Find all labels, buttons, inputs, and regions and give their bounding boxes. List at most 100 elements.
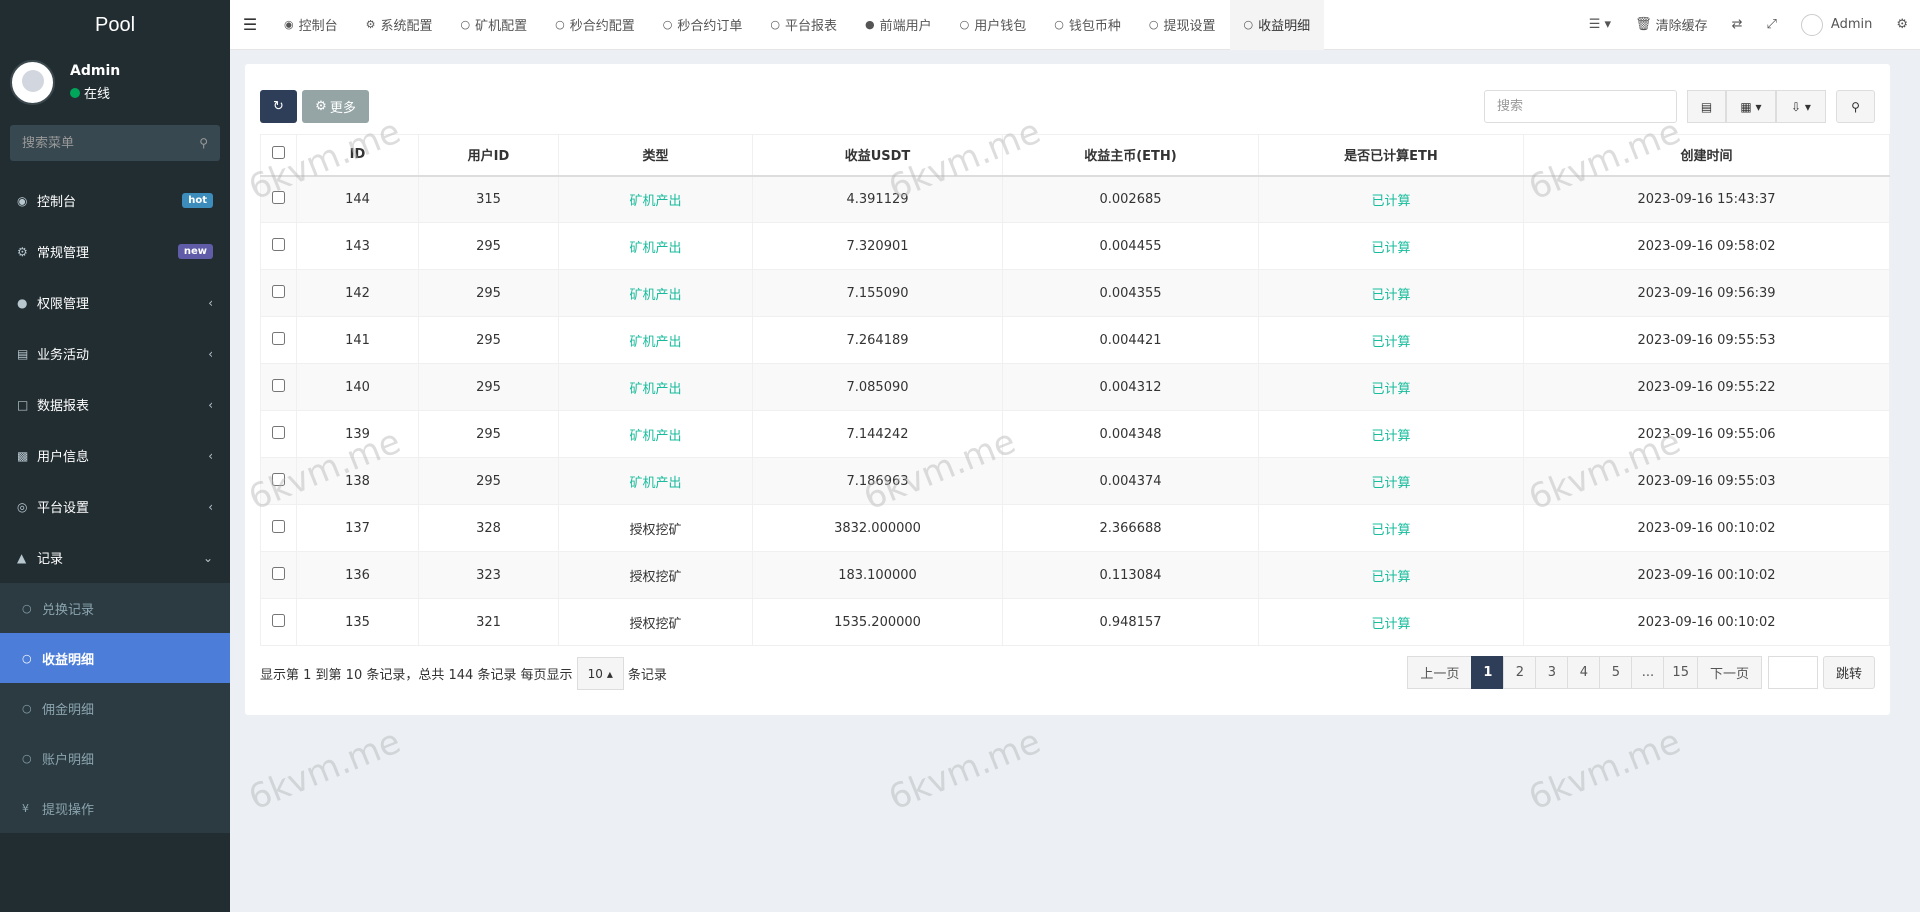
table-row[interactable]: 141 295 矿机产出 7.264189 0.004421 已计算 2023-09-16 …: [260, 316, 1890, 364]
tab-miner-config[interactable]: ○ 矿机配置: [447, 0, 542, 50]
search-icon[interactable]: ⚲: [199, 136, 208, 150]
col-earnings-eth[interactable]: 收益主币(ETH): [1002, 134, 1259, 177]
row-checkbox[interactable]: [272, 237, 285, 251]
more-button[interactable]: ⚙ 更多: [302, 90, 369, 123]
cell-earnings-usdt: 1535.200000: [752, 598, 1003, 646]
tab-list-dropdown[interactable]: ☰ ▾: [1577, 17, 1623, 32]
table-row[interactable]: 136 323 授权挖矿 183.100000 0.113084 已计算 2023-09-1…: [260, 551, 1890, 599]
tab-frontend-users[interactable]: ● 前端用户: [851, 0, 946, 50]
sub-item-commission[interactable]: ○ 佣金明细: [0, 683, 230, 733]
page-size-select[interactable]: 10 ▴: [576, 657, 624, 690]
chevron-left-icon: ‹: [208, 346, 213, 361]
row-checkbox[interactable]: [272, 472, 285, 486]
table-row[interactable]: 142 295 矿机产出 7.155090 0.004355 已计算 2023-09-16 …: [260, 269, 1890, 317]
sidebar-item-business[interactable]: ▤ 业务活动 ‹: [0, 328, 230, 379]
columns-button[interactable]: ▦ ▾: [1726, 90, 1776, 123]
cell-earnings-usdt: 7.186963: [752, 457, 1003, 505]
tab-dashboard[interactable]: ◉ 控制台: [270, 0, 352, 50]
col-calculated[interactable]: 是否已计算ETH: [1258, 134, 1524, 177]
table-row[interactable]: 137 328 授权挖矿 3832.000000 2.366688 已计算 2023-09-…: [260, 504, 1890, 552]
page-1[interactable]: 1: [1471, 656, 1505, 689]
cell-type: 矿机产出: [558, 363, 753, 411]
page-5[interactable]: 5: [1599, 656, 1633, 689]
table-row[interactable]: 140 295 矿机产出 7.085090 0.004312 已计算 2023-09-16 …: [260, 363, 1890, 411]
col-id[interactable]: ID: [296, 134, 419, 177]
cell-earnings-usdt: 7.320901: [752, 222, 1003, 270]
col-earnings-usdt[interactable]: 收益USDT: [752, 134, 1003, 177]
page-15[interactable]: 15: [1663, 656, 1698, 689]
sidebar-item-reports[interactable]: □ 数据报表 ‹: [0, 379, 230, 430]
cell-calculated: 已计算: [1258, 363, 1524, 411]
table-search-input[interactable]: [1484, 90, 1677, 123]
row-checkbox[interactable]: [272, 425, 285, 439]
tab-withdraw-settings[interactable]: ○ 提现设置: [1135, 0, 1230, 50]
page-2[interactable]: 2: [1503, 656, 1537, 689]
sidebar-item-userinfo[interactable]: ▩ 用户信息 ‹: [0, 430, 230, 481]
circle-icon: ○: [662, 18, 673, 31]
sub-item-account[interactable]: ○ 账户明细: [0, 733, 230, 783]
table-row[interactable]: 135 321 授权挖矿 1535.200000 0.948157 已计算 2023-09-…: [260, 598, 1890, 646]
admin-menu[interactable]: Admin: [1789, 13, 1884, 36]
select-all-checkbox[interactable]: [272, 146, 285, 160]
export-button[interactable]: ⇩ ▾: [1776, 90, 1826, 123]
tab-contract-orders[interactable]: ○ 秒合约订单: [649, 0, 757, 50]
refresh-button[interactable]: ↻: [260, 90, 297, 123]
sub-item-exchange[interactable]: ○ 兑换记录: [0, 583, 230, 633]
cell-id: 135: [296, 598, 419, 646]
table-row[interactable]: 143 295 矿机产出 7.320901 0.004455 已计算 2023-09-16 …: [260, 222, 1890, 270]
sidebar-search-input[interactable]: [22, 135, 172, 151]
row-checkbox[interactable]: [272, 519, 285, 533]
advanced-search-button[interactable]: ⚲: [1836, 90, 1875, 123]
sidebar-item-label: 记录: [37, 552, 64, 567]
settings-button[interactable]: ⚙: [1884, 17, 1920, 32]
tab-user-wallet[interactable]: ○ 用户钱包: [946, 0, 1041, 50]
next-page-button[interactable]: 下一页: [1696, 656, 1762, 689]
tab-earnings-detail[interactable]: ○ 收益明细: [1229, 0, 1325, 50]
table-body: 144 315 矿机产出 4.391129 0.002685 已计算 2023-09-16 …: [260, 175, 1890, 646]
sidebar-item-records[interactable]: ▲ 记录 ⌄: [0, 532, 230, 583]
tab-contract-config[interactable]: ○ 秒合约配置: [541, 0, 649, 50]
cell-earnings-usdt: 3832.000000: [752, 504, 1003, 552]
sub-item-earnings[interactable]: ○ 收益明细: [0, 633, 230, 683]
menu-toggle-icon[interactable]: ☰: [230, 15, 270, 34]
jump-page-input[interactable]: [1767, 656, 1818, 689]
sub-item-withdraw[interactable]: ¥ 提现操作: [0, 783, 230, 833]
col-user-id[interactable]: 用户ID: [418, 134, 559, 177]
table-row[interactable]: 138 295 矿机产出 7.186963 0.004374 已计算 2023-09-16 …: [260, 457, 1890, 505]
tab-system-config[interactable]: ⚙ 系统配置: [352, 0, 447, 50]
language-button[interactable]: ⇄: [1720, 17, 1755, 32]
row-checkbox[interactable]: [272, 378, 285, 392]
tab-platform-report[interactable]: ○ 平台报表: [756, 0, 851, 50]
sidebar-item-platform[interactable]: ◎ 平台设置 ‹: [0, 481, 230, 532]
chevron-left-icon: ‹: [208, 295, 213, 310]
row-checkbox[interactable]: [272, 190, 285, 204]
page-3[interactable]: 3: [1535, 656, 1569, 689]
tab-wallet-currency[interactable]: ○ 钱包币种: [1040, 0, 1135, 50]
col-type[interactable]: 类型: [558, 134, 753, 177]
watermark: 6kvm.me: [1523, 721, 1687, 819]
cell-id: 144: [296, 175, 419, 223]
row-select-cell: [260, 269, 297, 317]
row-checkbox[interactable]: [272, 331, 285, 345]
circle-icon: ○: [1148, 18, 1159, 31]
sidebar-item-general[interactable]: ⚙ 常规管理 new: [0, 226, 230, 277]
row-checkbox[interactable]: [272, 613, 285, 627]
jump-button[interactable]: 跳转: [1822, 656, 1875, 689]
cell-user-id: 321: [418, 598, 559, 646]
row-checkbox[interactable]: [272, 566, 285, 580]
row-checkbox[interactable]: [272, 284, 285, 298]
prev-page-button[interactable]: 上一页: [1407, 656, 1473, 689]
cell-calculated: 已计算: [1258, 316, 1524, 364]
sidebar-item-dashboard[interactable]: ◉ 控制台 hot: [0, 175, 230, 226]
logo[interactable]: Pool: [0, 0, 230, 50]
page-4[interactable]: 4: [1567, 656, 1601, 689]
sidebar-item-permissions[interactable]: ● 权限管理 ‹: [0, 277, 230, 328]
toggle-view-button[interactable]: ▤: [1687, 90, 1726, 123]
circle-icon: ○: [1243, 18, 1254, 31]
col-created-time[interactable]: 创建时间: [1523, 134, 1890, 177]
clear-cache-button[interactable]: 🗑 清除缓存: [1623, 15, 1720, 34]
fullscreen-button[interactable]: ⤢: [1755, 17, 1789, 32]
cell-earnings-eth: 0.948157: [1002, 598, 1259, 646]
table-row[interactable]: 144 315 矿机产出 4.391129 0.002685 已计算 2023-09-16 …: [260, 175, 1890, 223]
table-row[interactable]: 139 295 矿机产出 7.144242 0.004348 已计算 2023-09-16 …: [260, 410, 1890, 458]
